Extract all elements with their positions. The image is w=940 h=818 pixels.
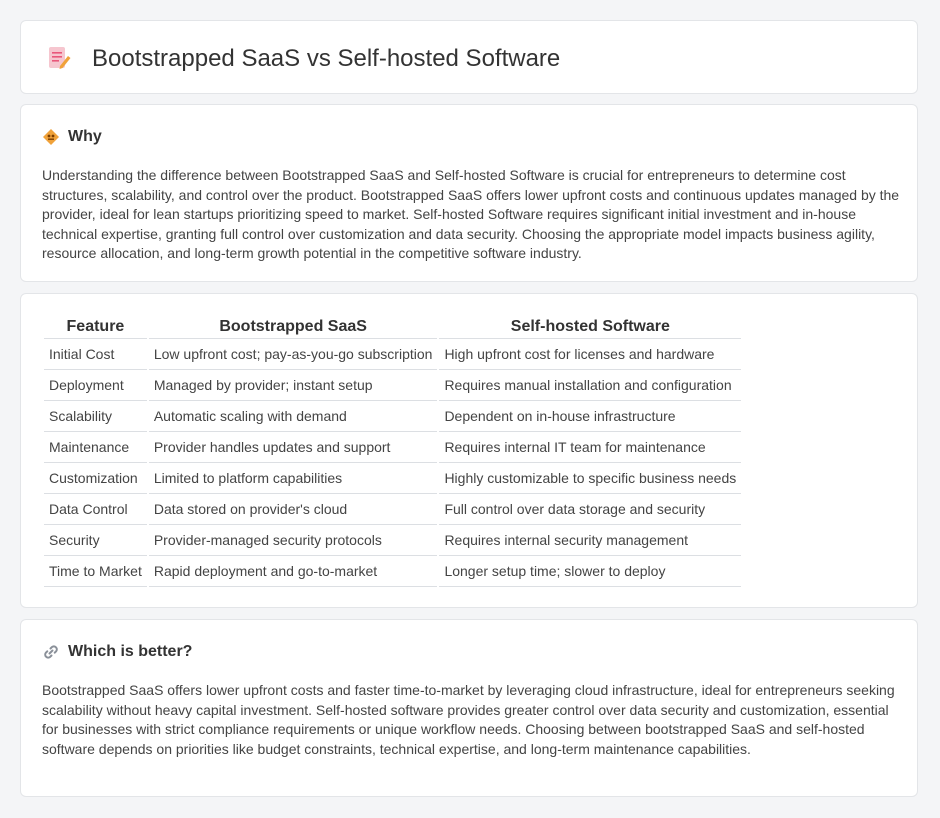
- self-hosted-cell: Requires manual installation and configu…: [439, 370, 742, 401]
- feature-cell: Deployment: [44, 370, 147, 401]
- feature-cell: Maintenance: [44, 432, 147, 463]
- better-heading: Which is better?: [42, 642, 192, 662]
- self-hosted-cell: Dependent on in-house infrastructure: [439, 401, 742, 432]
- table-row: Maintenance Provider handles updates and…: [44, 432, 742, 463]
- comparison-section: Feature Bootstrapped SaaS Self-hosted So…: [20, 293, 918, 608]
- header-bootstrapped-saas: Bootstrapped SaaS: [148, 316, 438, 339]
- table-header-row: Feature Bootstrapped SaaS Self-hosted So…: [44, 316, 742, 339]
- feature-cell: Time to Market: [44, 556, 147, 587]
- saas-cell: Provider-managed security protocols: [148, 525, 438, 556]
- table-row: Customization Limited to platform capabi…: [44, 463, 742, 494]
- page-title: Bootstrapped SaaS vs Self-hosted Softwar…: [92, 45, 561, 72]
- saas-cell: Limited to platform capabilities: [148, 463, 438, 494]
- feature-cell: Initial Cost: [44, 339, 147, 370]
- saas-cell: Data stored on provider's cloud: [148, 494, 438, 525]
- comparison-table: Feature Bootstrapped SaaS Self-hosted So…: [42, 316, 743, 587]
- self-hosted-cell: Requires internal IT team for maintenanc…: [439, 432, 742, 463]
- diamond-sign-icon: [43, 129, 59, 145]
- saas-cell: Low upfront cost; pay-as-you-go subscrip…: [148, 339, 438, 370]
- feature-cell: Data Control: [44, 494, 147, 525]
- self-hosted-cell: Requires internal security management: [439, 525, 742, 556]
- self-hosted-cell: Longer setup time; slower to deploy: [439, 556, 742, 587]
- saas-cell: Managed by provider; instant setup: [148, 370, 438, 401]
- why-heading: Why: [42, 127, 102, 147]
- self-hosted-cell: Full control over data storage and secur…: [439, 494, 742, 525]
- better-text: Bootstrapped SaaS offers lower upfront c…: [42, 682, 895, 757]
- why-section: Why Understanding the difference between…: [20, 104, 918, 282]
- better-title: Which is better?: [68, 643, 193, 660]
- table-row: Security Provider-managed security proto…: [44, 525, 742, 556]
- feature-cell: Scalability: [44, 401, 147, 432]
- table-row: Deployment Managed by provider; instant …: [44, 370, 742, 401]
- table-row: Time to Market Rapid deployment and go-t…: [44, 556, 742, 587]
- why-title: Why: [68, 128, 102, 145]
- saas-cell: Provider handles updates and support: [148, 432, 438, 463]
- saas-cell: Rapid deployment and go-to-market: [148, 556, 438, 587]
- document-pencil-icon: [49, 47, 71, 69]
- header-feature: Feature: [44, 316, 147, 339]
- table-row: Data Control Data stored on provider's c…: [44, 494, 742, 525]
- self-hosted-cell: High upfront cost for licenses and hardw…: [439, 339, 742, 370]
- table-row: Initial Cost Low upfront cost; pay-as-yo…: [44, 339, 742, 370]
- why-text: Understanding the difference between Boo…: [42, 167, 900, 262]
- saas-cell: Automatic scaling with demand: [148, 401, 438, 432]
- feature-cell: Security: [44, 525, 147, 556]
- self-hosted-cell: Highly customizable to specific business…: [439, 463, 742, 494]
- which-is-better-section: Which is better? Bootstrapped SaaS offer…: [20, 619, 918, 797]
- table-row: Scalability Automatic scaling with deman…: [44, 401, 742, 432]
- feature-cell: Customization: [44, 463, 147, 494]
- link-icon: [44, 645, 58, 659]
- header-self-hosted: Self-hosted Software: [439, 316, 742, 339]
- title-card: Bootstrapped SaaS vs Self-hosted Softwar…: [20, 20, 918, 94]
